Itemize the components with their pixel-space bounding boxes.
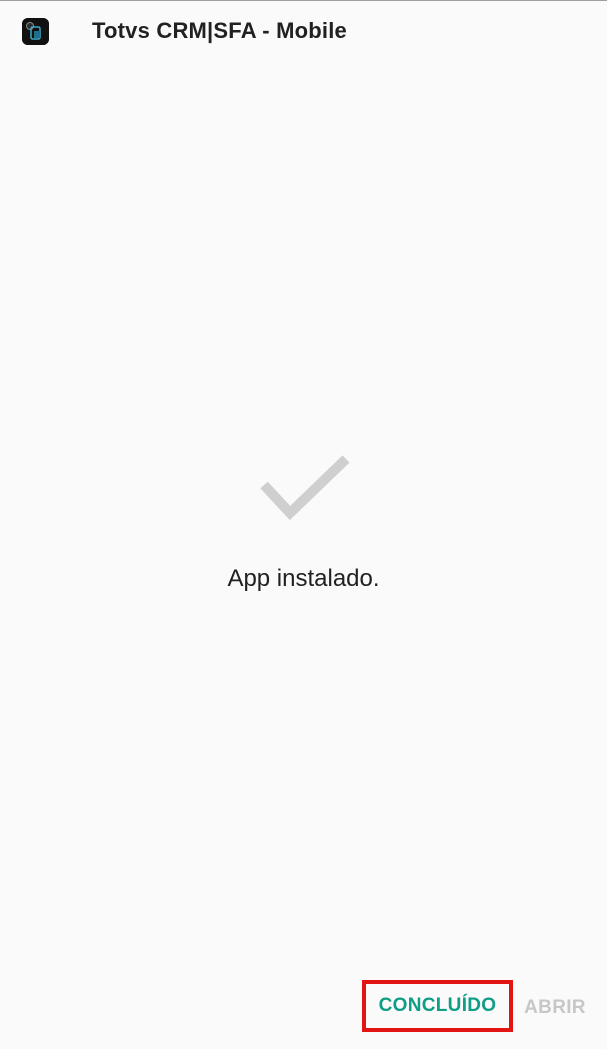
checkmark-icon: [258, 451, 353, 526]
open-button[interactable]: ABRIR: [522, 991, 588, 1025]
status-message: App instalado.: [227, 565, 380, 592]
totvs-app-icon: [22, 18, 49, 45]
app-title: Totvs CRM|SFA - Mobile: [92, 18, 347, 43]
done-button[interactable]: CONCLUÍDO: [362, 980, 513, 1032]
install-complete-screen: Totvs CRM|SFA - Mobile App instalado. CO…: [0, 0, 607, 1049]
app-header: Totvs CRM|SFA - Mobile: [0, 1, 607, 65]
